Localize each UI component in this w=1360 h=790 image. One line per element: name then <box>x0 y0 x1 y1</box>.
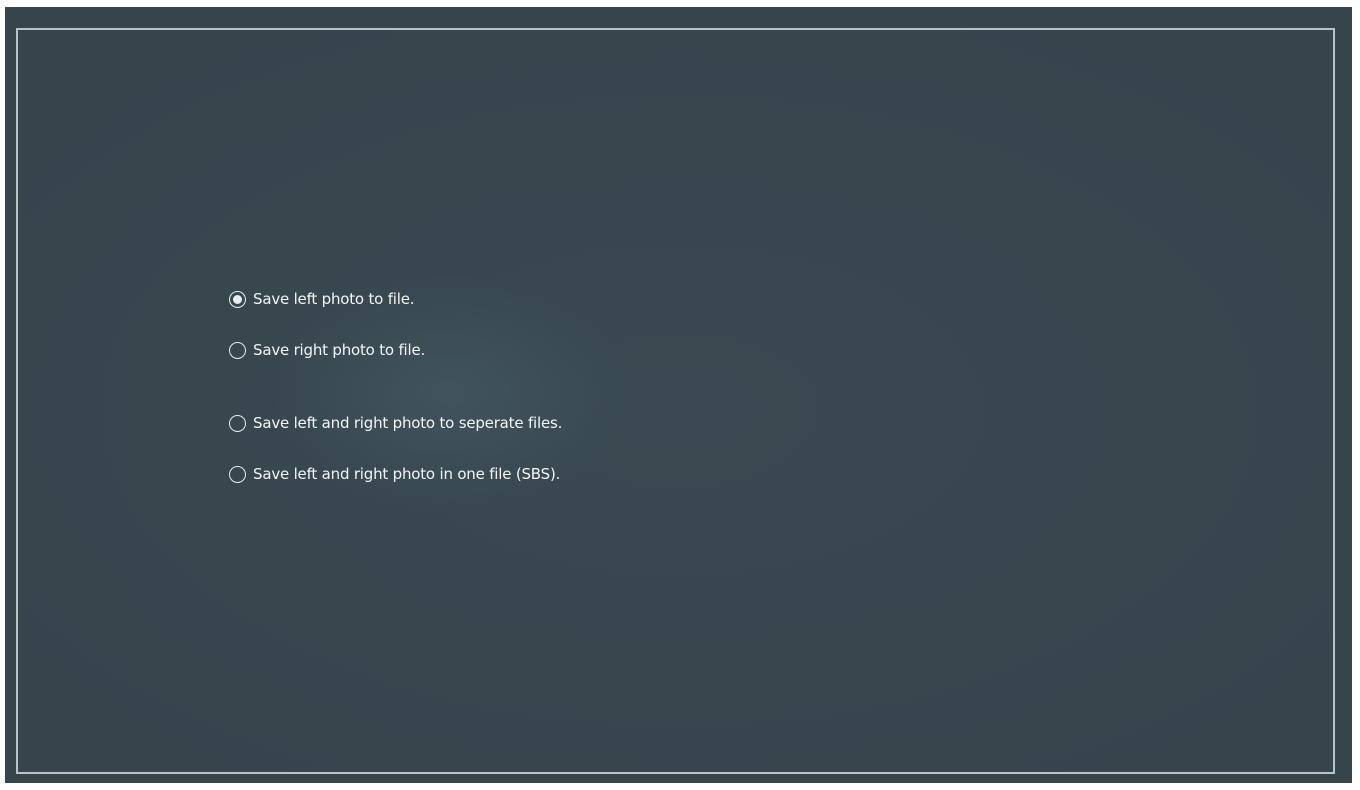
radio-save-sbs-label[interactable]: Save left and right photo in one file (S… <box>253 465 560 483</box>
radio-save-sbs[interactable]: Save left and right photo in one file (S… <box>229 462 560 486</box>
save-options-group: Save left photo to file. Save right phot… <box>5 7 1352 783</box>
radio-save-right[interactable]: Save right photo to file. <box>229 338 425 362</box>
radio-save-separate[interactable]: Save left and right photo to seperate fi… <box>229 411 562 435</box>
radio-unselected-icon[interactable] <box>229 414 246 432</box>
save-dialog: Save left photo to file. Save right phot… <box>5 7 1352 783</box>
radio-save-right-label[interactable]: Save right photo to file. <box>253 341 425 359</box>
radio-save-left[interactable]: Save left photo to file. <box>229 287 415 311</box>
radio-unselected-icon[interactable] <box>229 465 246 483</box>
radio-unselected-icon[interactable] <box>229 341 246 359</box>
radio-save-separate-label[interactable]: Save left and right photo to seperate fi… <box>253 414 562 432</box>
radio-selected-icon[interactable] <box>229 290 246 308</box>
radio-save-left-label[interactable]: Save left photo to file. <box>253 290 415 308</box>
